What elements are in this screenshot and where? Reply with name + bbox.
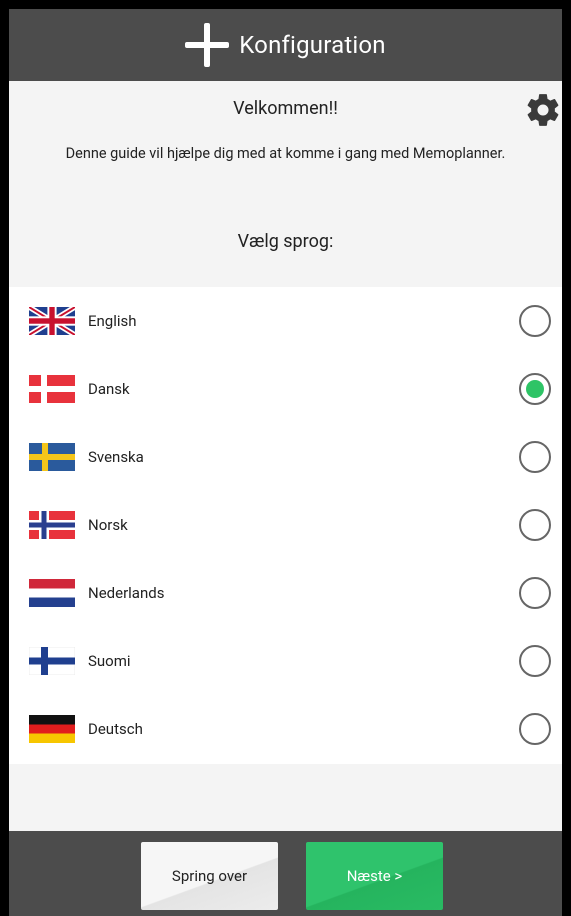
language-label: Nederlands	[88, 584, 165, 602]
language-option-suomi[interactable]: Suomi	[9, 627, 562, 695]
app-screen: Konfiguration Velkommen!! Denne guide vi…	[9, 9, 562, 916]
language-radio[interactable]	[519, 305, 551, 337]
language-label: English	[88, 312, 137, 330]
language-radio[interactable]	[519, 441, 551, 473]
norway-flag-icon	[29, 511, 75, 539]
language-label: Dansk	[88, 380, 130, 398]
plus-icon	[185, 23, 230, 67]
language-label: Svenska	[88, 448, 144, 466]
language-radio[interactable]	[519, 713, 551, 745]
germany-flag-icon	[29, 715, 75, 743]
uk-flag-icon	[29, 307, 75, 335]
next-button[interactable]: Næste >	[306, 842, 443, 910]
welcome-description: Denne guide vil hjælpe dig med at komme …	[65, 145, 506, 162]
skip-button[interactable]: Spring over	[141, 842, 278, 910]
welcome-heading: Velkommen!!	[233, 98, 338, 119]
footer-bar: Spring over Næste >	[9, 831, 562, 916]
choose-language-label: Vælg sprog:	[237, 231, 334, 252]
language-radio[interactable]	[519, 509, 551, 541]
language-radio-selected[interactable]	[519, 373, 551, 405]
gear-icon[interactable]	[524, 91, 562, 129]
netherlands-flag-icon	[29, 579, 75, 607]
language-option-nederlands[interactable]: Nederlands	[9, 559, 562, 627]
language-option-svenska[interactable]: Svenska	[9, 423, 562, 491]
sweden-flag-icon	[29, 443, 75, 471]
page-title: Konfiguration	[239, 31, 386, 59]
welcome-section: Velkommen!! Denne guide vil hjælpe dig m…	[9, 81, 562, 287]
language-radio[interactable]	[519, 577, 551, 609]
language-option-norsk[interactable]: Norsk	[9, 491, 562, 559]
language-option-english[interactable]: English	[9, 287, 562, 355]
language-label: Deutsch	[88, 720, 143, 738]
language-radio[interactable]	[519, 645, 551, 677]
language-list: English Dansk Svenska Norsk Nederlands S…	[9, 287, 562, 764]
header-bar: Konfiguration	[9, 9, 562, 81]
denmark-flag-icon	[29, 375, 75, 403]
language-option-dansk[interactable]: Dansk	[9, 355, 562, 423]
language-label: Norsk	[88, 516, 128, 534]
language-option-deutsch[interactable]: Deutsch	[9, 695, 562, 763]
finland-flag-icon	[29, 647, 75, 675]
language-label: Suomi	[88, 652, 131, 670]
